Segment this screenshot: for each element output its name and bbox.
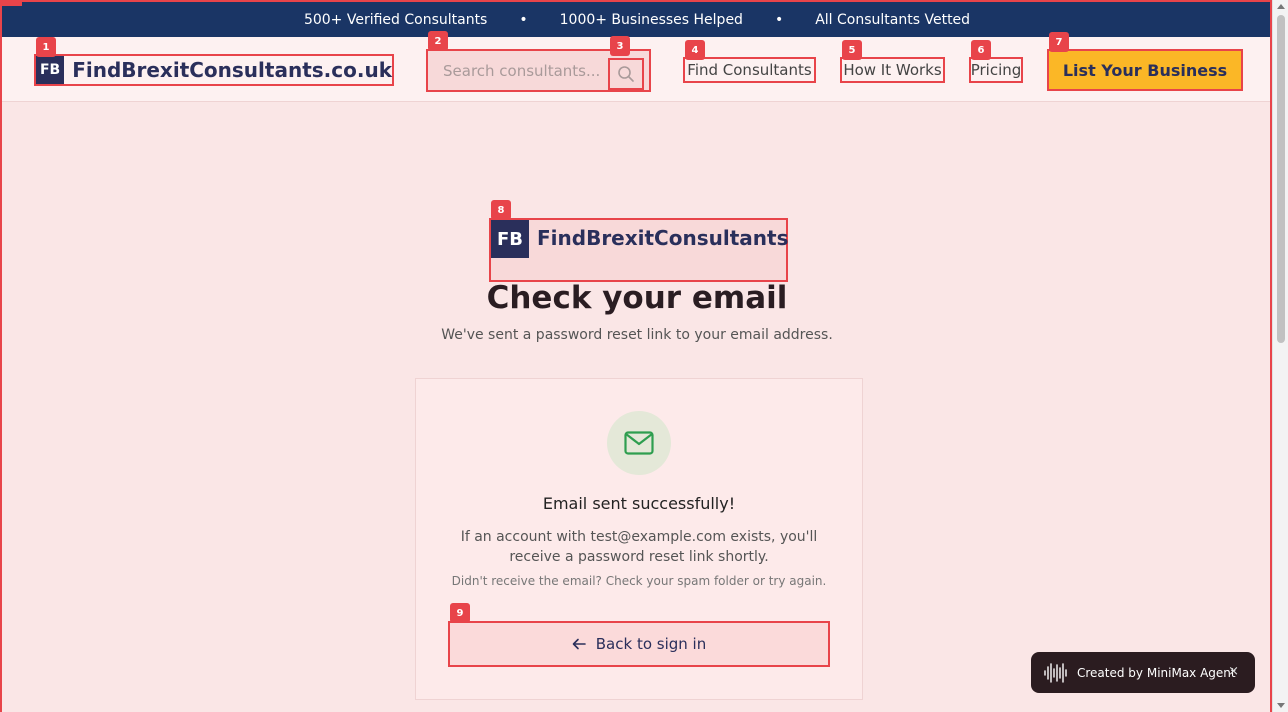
scroll-thumb[interactable] — [1277, 15, 1285, 343]
announcement-bar: 500+ Verified Consultants • 1000+ Busine… — [2, 2, 1270, 37]
success-message: If an account with test@example.com exis… — [460, 529, 818, 565]
search-button[interactable] — [608, 58, 644, 90]
main-logo-mark: FB — [491, 220, 529, 258]
scroll-up-icon[interactable] — [1277, 4, 1285, 9]
close-icon[interactable]: × — [1228, 664, 1239, 679]
badge-7: 7 — [1049, 32, 1069, 52]
scroll-down-icon[interactable] — [1277, 703, 1285, 708]
mail-icon-circle — [607, 411, 671, 475]
nav-pricing[interactable]: Pricing — [969, 57, 1023, 83]
search-icon — [618, 66, 634, 82]
arrow-left-icon — [572, 638, 586, 650]
badge-5: 5 — [842, 40, 862, 60]
page-frame: 500+ Verified Consultants • 1000+ Busine… — [0, 0, 1272, 712]
site-header: 1 FB FindBrexitConsultants.co.uk 2 3 4 F… — [2, 31, 1270, 102]
separator-dot: • — [519, 11, 528, 28]
toast-label: Created by MiniMax Agent — [1077, 665, 1236, 680]
success-title: Email sent successfully! — [542, 494, 736, 513]
stat-vetted: All Consultants Vetted — [815, 11, 971, 28]
stat-consultants: 500+ Verified Consultants — [303, 11, 488, 28]
separator-dot: • — [774, 11, 784, 28]
mail-icon — [624, 431, 654, 455]
nav-how-it-works[interactable]: How It Works — [840, 57, 945, 83]
brand-name: FindBrexitConsultants.co.uk — [72, 58, 392, 82]
badge-9: 9 — [450, 603, 470, 623]
badge-3: 3 — [610, 36, 630, 56]
minimax-toast[interactable]: Created by MiniMax Agent × — [1031, 652, 1255, 693]
page-subtitle: We've sent a password reset link to your… — [441, 327, 833, 343]
main-logo-name: FindBrexitConsultants — [537, 226, 789, 250]
back-to-sign-in-label: Back to sign in — [595, 635, 707, 653]
list-your-business-button[interactable]: List Your Business — [1047, 49, 1243, 91]
logo-mark: FB — [36, 56, 65, 84]
stat-businesses: 1000+ Businesses Helped — [559, 11, 743, 28]
waveform-icon — [1044, 662, 1067, 683]
main-logo-link[interactable]: FB FindBrexitConsultants — [489, 218, 788, 282]
brand-logo-link[interactable]: FB FindBrexitConsultants.co.uk — [34, 54, 394, 86]
nav-find-consultants[interactable]: Find Consultants — [683, 57, 816, 83]
search-input[interactable] — [428, 61, 606, 80]
badge-6: 6 — [971, 40, 991, 60]
badge-4: 4 — [685, 40, 705, 60]
page-title: Check your email — [486, 280, 788, 316]
spam-note: Didn't receive the email? Check your spa… — [451, 574, 827, 588]
scrollbar[interactable] — [1272, 0, 1288, 712]
frame-tag — [2, 2, 22, 6]
badge-8: 8 — [491, 200, 511, 220]
badge-2: 2 — [428, 31, 448, 51]
badge-1: 1 — [36, 37, 56, 57]
search-box: 3 — [426, 36, 651, 92]
back-to-sign-in-button[interactable]: Back to sign in — [448, 621, 830, 667]
